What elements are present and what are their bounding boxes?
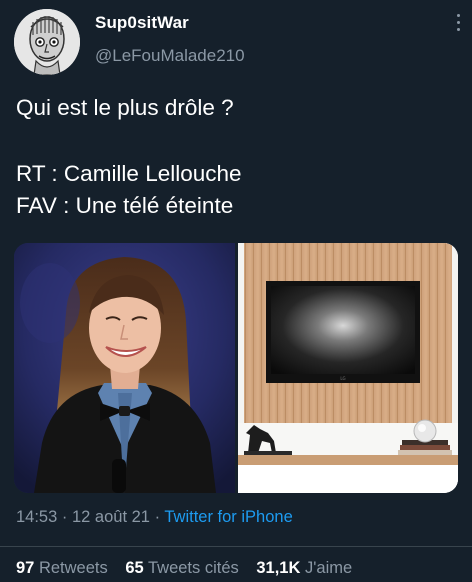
tv-photo: LG	[238, 243, 458, 493]
likes-count: 31,1K	[256, 559, 301, 577]
likes-label: J'aime	[305, 559, 353, 577]
svg-text:LG: LG	[340, 376, 345, 381]
avatar-image	[14, 9, 80, 75]
divider	[0, 546, 472, 547]
quote-tweets-count: 65	[125, 559, 144, 577]
portrait-photo	[14, 243, 235, 493]
tweet-text-line: RT : Camille Lellouche	[16, 161, 242, 186]
avatar[interactable]	[14, 9, 80, 75]
tweet-stats: 97 Retweets 65 Tweets cités 31,1K J'aime	[16, 559, 365, 578]
retweets-stat[interactable]: 97 Retweets	[16, 559, 108, 577]
tweet-media[interactable]: LG	[14, 243, 458, 493]
media-photo-tv[interactable]: LG	[238, 243, 458, 493]
quote-tweets-stat[interactable]: 65 Tweets cités	[125, 559, 238, 577]
tweet-text: Qui est le plus drôle ? RT : Camille Lel…	[16, 92, 456, 222]
tweet-time[interactable]: 14:53	[16, 508, 57, 526]
likes-stat[interactable]: 31,1K J'aime	[256, 559, 352, 577]
author-handle[interactable]: @LeFouMalade210	[95, 46, 245, 66]
tweet-text-line: Qui est le plus drôle ?	[16, 95, 234, 120]
tweet-text-line: FAV : Une télé éteinte	[16, 193, 234, 218]
retweets-count: 97	[16, 559, 35, 577]
retweets-label: Retweets	[38, 559, 108, 577]
media-photo-portrait[interactable]	[14, 243, 235, 493]
tweet-date[interactable]: 12 août 21	[72, 508, 150, 526]
quote-tweets-label: Tweets cités	[147, 559, 239, 577]
tweet-meta: 14:53 · 12 août 21 · Twitter for iPhone	[16, 508, 293, 527]
tweet-source-link[interactable]: Twitter for iPhone	[164, 508, 292, 526]
more-options-icon[interactable]	[454, 14, 462, 40]
author-display-name[interactable]: Sup0sitWar	[95, 13, 189, 33]
meta-separator: ·	[61, 508, 68, 526]
meta-separator: ·	[154, 508, 161, 526]
tweet: Sup0sitWar @LeFouMalade210 Qui est le pl…	[0, 0, 472, 582]
